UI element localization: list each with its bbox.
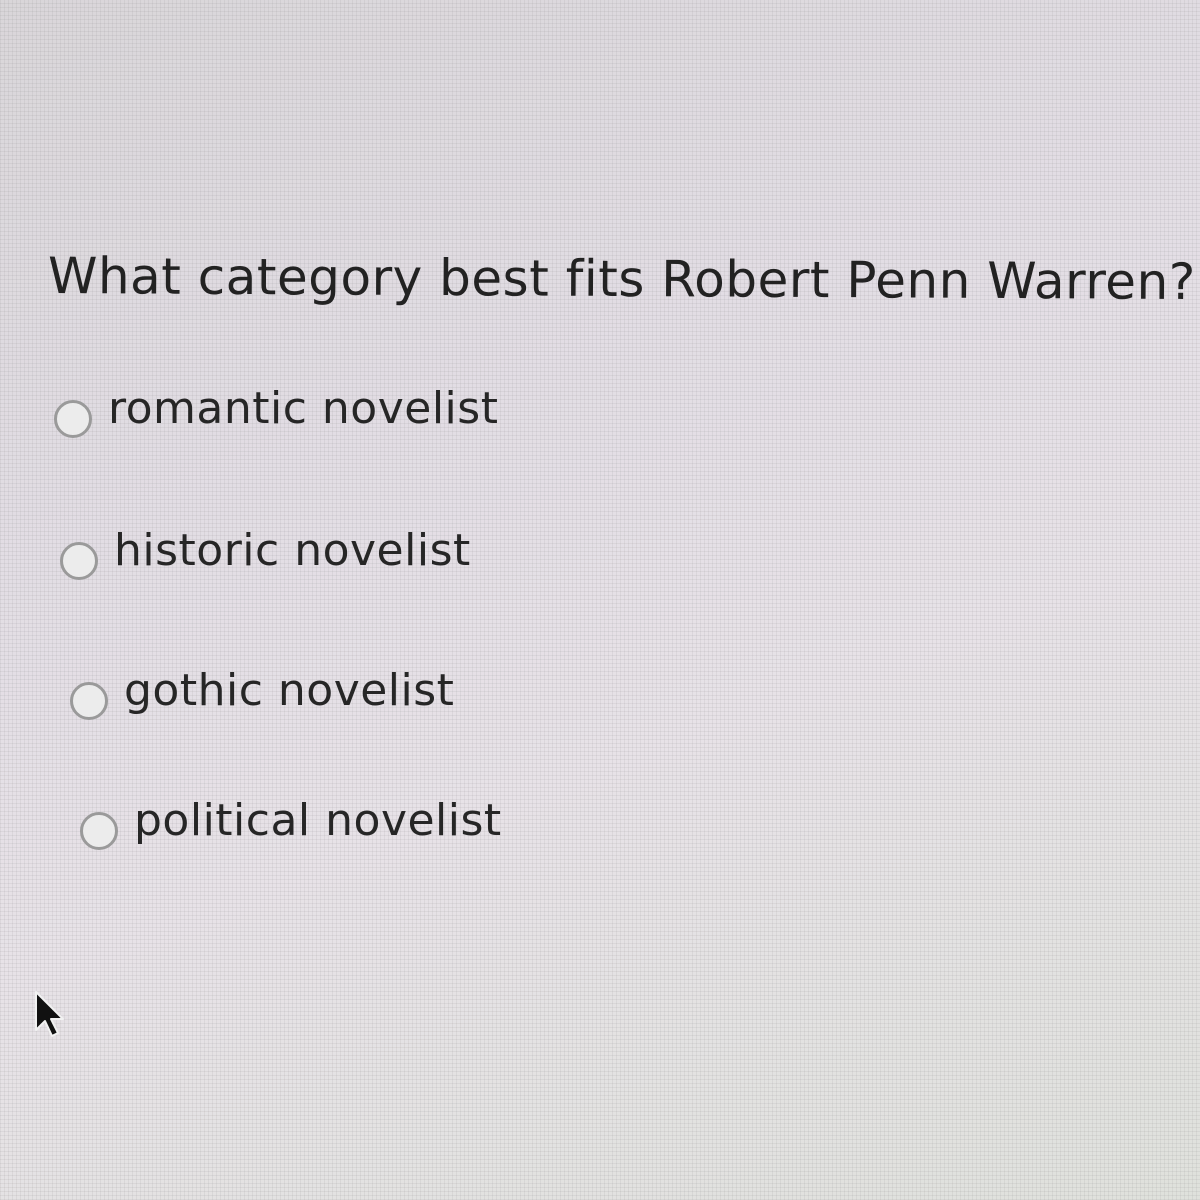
question-text: What category best fits Robert Penn Warr… (47, 246, 1196, 312)
screen-texture (0, 0, 1200, 1200)
option-historic-novelist[interactable]: historic novelist (60, 520, 471, 580)
option-label: romantic novelist (108, 382, 499, 434)
option-romantic-novelist[interactable]: romantic novelist (54, 378, 498, 438)
option-label: gothic novelist (124, 664, 455, 716)
radio-button[interactable] (60, 542, 98, 580)
radio-button[interactable] (54, 400, 92, 438)
option-label: political novelist (134, 794, 502, 846)
radio-button[interactable] (70, 682, 108, 720)
option-gothic-novelist[interactable]: gothic novelist (70, 660, 454, 720)
option-label: historic novelist (114, 524, 471, 576)
option-political-novelist[interactable]: political novelist (80, 790, 502, 850)
radio-button[interactable] (80, 812, 118, 850)
mouse-pointer-icon (35, 991, 64, 1037)
